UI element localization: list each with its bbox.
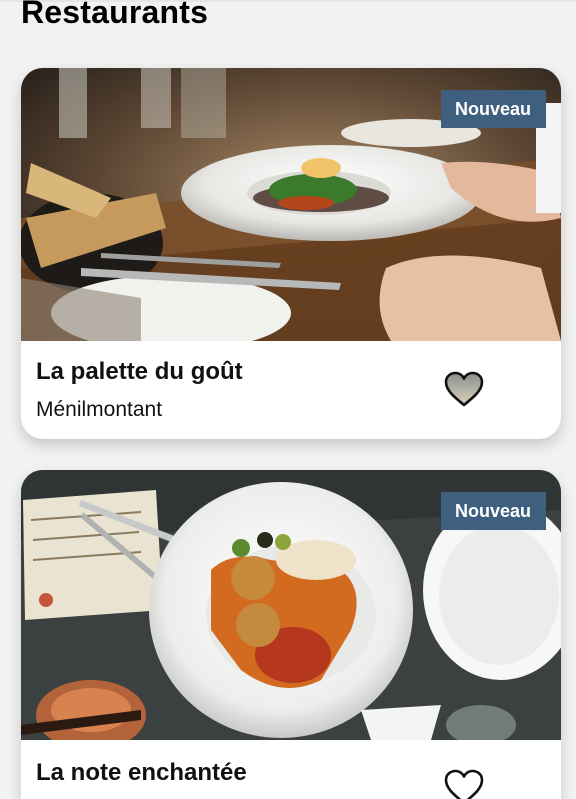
restaurants-screen: Restaurants Nouveau La palette du goût M… — [0, 0, 576, 799]
page-title: Restaurants — [21, 0, 209, 30]
restaurant-name: La note enchantée — [36, 759, 247, 786]
restaurant-card[interactable]: Nouveau La note enchantée — [21, 470, 561, 799]
new-badge: Nouveau — [440, 492, 546, 530]
new-badge: Nouveau — [440, 90, 546, 128]
restaurant-card[interactable]: Nouveau La palette du goût Ménilmontant — [21, 68, 561, 439]
restaurant-photo: Nouveau — [21, 68, 561, 341]
restaurant-photo: Nouveau — [21, 470, 561, 740]
heart-outline-icon[interactable] — [443, 768, 485, 799]
restaurant-location: Ménilmontant — [36, 398, 163, 421]
restaurant-name: La palette du goût — [36, 358, 243, 385]
heart-outline-icon[interactable] — [443, 370, 485, 408]
